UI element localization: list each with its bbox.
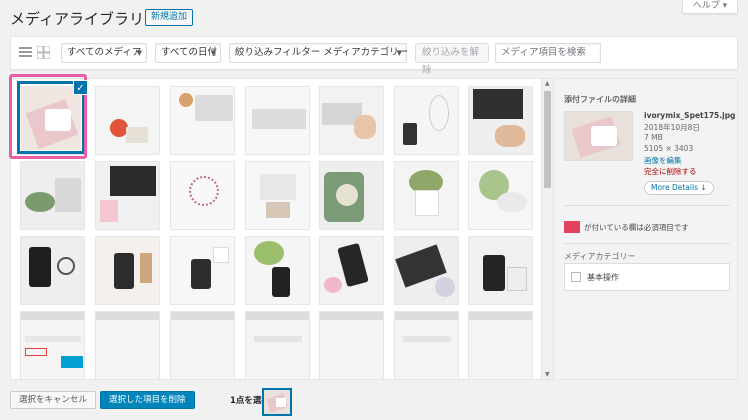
attachment-thumbnail[interactable] (319, 86, 384, 155)
attachment-thumbnail[interactable] (20, 161, 85, 230)
attachment-thumbnail[interactable] (394, 236, 459, 305)
grid-view-icon[interactable] (37, 46, 50, 59)
category-checkbox[interactable] (571, 272, 581, 282)
attachment-thumbnail[interactable] (245, 161, 310, 230)
more-details-button[interactable]: More Details ↓ (644, 181, 714, 195)
attachment-thumbnail[interactable] (20, 311, 85, 380)
category-filter-value: 絞り込みフィルター メディアカテゴリー (235, 47, 409, 58)
help-tab[interactable]: ヘルプ ▾ (682, 0, 738, 14)
media-type-select[interactable]: すべてのメディア ▼ (61, 43, 147, 63)
selected-thumbnail[interactable] (262, 388, 292, 416)
attachment-thumbnail[interactable] (245, 236, 310, 305)
delete-permanently-link[interactable]: 完全に削除する (644, 166, 697, 177)
edit-image-link[interactable]: 画像を編集 (644, 155, 682, 166)
attachment-thumbnail[interactable] (170, 86, 235, 155)
date-value: すべての日付 (161, 47, 217, 58)
attachment-thumbnail[interactable] (394, 161, 459, 230)
attachment-thumbnail[interactable] (319, 161, 384, 230)
attachment-thumbnail[interactable] (468, 161, 533, 230)
attachment-thumbnail[interactable] (245, 86, 310, 155)
attachment-details-panel: 添付ファイルの詳細 ivorymix_Spet175.jpg 2018年10月8… (556, 78, 738, 380)
attachment-thumbnail[interactable] (170, 236, 235, 305)
chevron-down-icon: ▼ (396, 49, 402, 57)
page-title: メディアライブラリ (10, 10, 144, 28)
media-category-label: メディアカテゴリー (564, 252, 636, 261)
delete-selected-button[interactable]: 選択した項目を削除 (100, 391, 195, 409)
details-date: 2018年10月8日 (644, 123, 700, 132)
details-thumbnail (564, 111, 633, 161)
attachment-thumbnail[interactable] (170, 161, 235, 230)
media-library-screen: メディアライブラリ 新規追加 ヘルプ ▾ すべてのメディア ▼ すべての日付 ▼ 絞… (0, 0, 748, 420)
media-toolbar: すべてのメディア ▼ すべての日付 ▼ 絞り込みフィルター メディアカテゴリー ▼ 絞… (10, 36, 738, 76)
required-indicator (564, 221, 580, 233)
checkmark-icon[interactable]: ✓ (73, 80, 88, 95)
chevron-down-icon: ▼ (210, 49, 216, 57)
attachment-thumbnail[interactable] (468, 311, 533, 380)
attachment-thumbnail[interactable] (394, 311, 459, 380)
attachment-thumbnail[interactable] (95, 236, 160, 305)
attachment-thumbnail[interactable] (245, 311, 310, 380)
category-filter-select[interactable]: 絞り込みフィルター メディアカテゴリー ▼ (229, 43, 409, 63)
details-dimensions: 5105 × 3403 (644, 144, 694, 153)
search-input[interactable]: メディア項目を検索 (495, 43, 601, 63)
list-view-icon[interactable] (19, 46, 32, 59)
details-filename: ivorymix_Spet175.jpg (644, 111, 736, 120)
attachment-thumbnail[interactable] (319, 311, 384, 380)
scrollbar-thumb[interactable] (544, 91, 551, 188)
clear-filter-button[interactable]: 絞り込みを解除 (415, 43, 489, 76)
attachment-thumbnail[interactable] (20, 236, 85, 305)
cancel-selection-button[interactable]: 選択をキャンセル (10, 391, 97, 409)
attachment-thumbnail[interactable] (95, 311, 160, 380)
grid-scrollbar[interactable]: ▲ ▼ (541, 79, 553, 379)
media-type-value: すべてのメディア (67, 47, 142, 58)
attachment-thumbnail[interactable] (468, 86, 533, 155)
attachment-thumbnail[interactable] (170, 311, 235, 380)
details-heading: 添付ファイルの詳細 (564, 95, 636, 104)
add-new-button[interactable]: 新規追加 (145, 9, 194, 26)
details-size: 7 MB (644, 133, 663, 142)
attachment-thumbnail[interactable] (394, 86, 459, 155)
media-category-box: 基本操作 (564, 263, 730, 291)
category-option-label: 基本操作 (587, 273, 619, 282)
date-select[interactable]: すべての日付 ▼ (155, 43, 221, 63)
divider (564, 205, 730, 206)
divider (564, 243, 730, 244)
attachment-thumbnail[interactable] (468, 236, 533, 305)
attachments-grid: ▲ ▼ (10, 78, 554, 380)
scroll-down-icon[interactable]: ▼ (545, 371, 550, 378)
scroll-up-icon[interactable]: ▲ (545, 80, 550, 87)
chevron-down-icon: ▼ (136, 49, 142, 57)
attachment-thumbnail[interactable] (95, 161, 160, 230)
required-note: が付いている欄は必須項目です (584, 223, 689, 232)
attachment-thumbnail[interactable] (95, 86, 160, 155)
attachment-thumbnail[interactable] (319, 236, 384, 305)
